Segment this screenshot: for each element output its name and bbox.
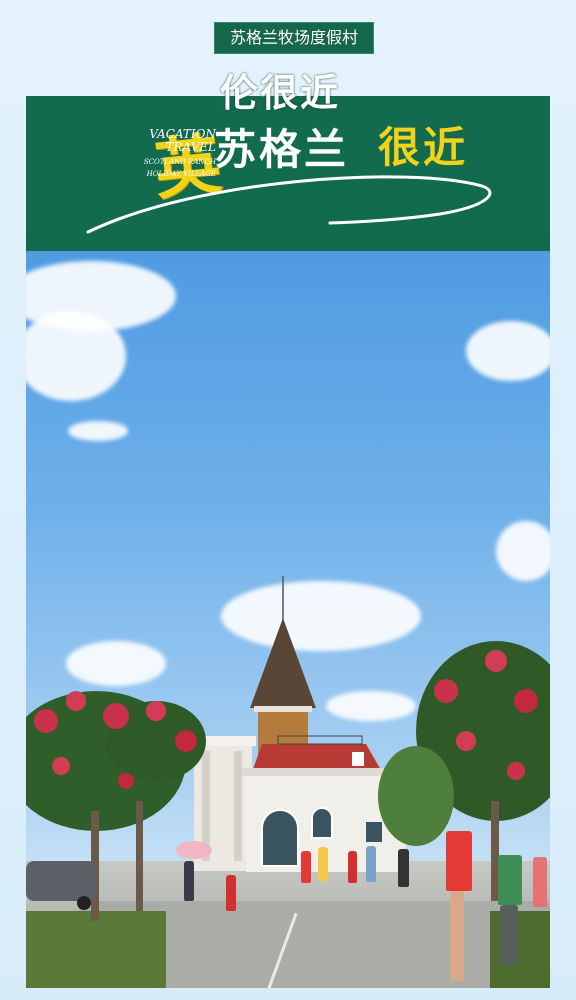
person-green-backpack (498, 855, 522, 905)
person (533, 857, 547, 907)
headline-text: 伦很近 (220, 70, 341, 115)
cloud (466, 321, 550, 381)
person-legs (500, 905, 518, 965)
cloud (68, 421, 128, 441)
person-legs (450, 891, 464, 981)
resort-tag: 苏格兰牧场度假村 (214, 22, 374, 54)
person-red-shirt (446, 831, 472, 891)
green-tree (378, 746, 454, 846)
cloud (496, 521, 550, 581)
subline-yellow: 很近 (378, 123, 469, 172)
person (318, 847, 328, 881)
person (366, 846, 376, 882)
person (226, 875, 236, 911)
cloud (26, 311, 126, 401)
person (348, 851, 357, 883)
parked-car (26, 861, 96, 910)
scotland-ranch-label: SCOTLAND RANCH (143, 158, 216, 166)
person (301, 851, 311, 883)
pink-umbrella (176, 841, 212, 859)
person (184, 861, 194, 901)
travel-label: TRAVEL (165, 140, 216, 154)
resort-photo (26, 251, 550, 988)
swoosh-line (86, 175, 492, 234)
person (398, 849, 409, 887)
